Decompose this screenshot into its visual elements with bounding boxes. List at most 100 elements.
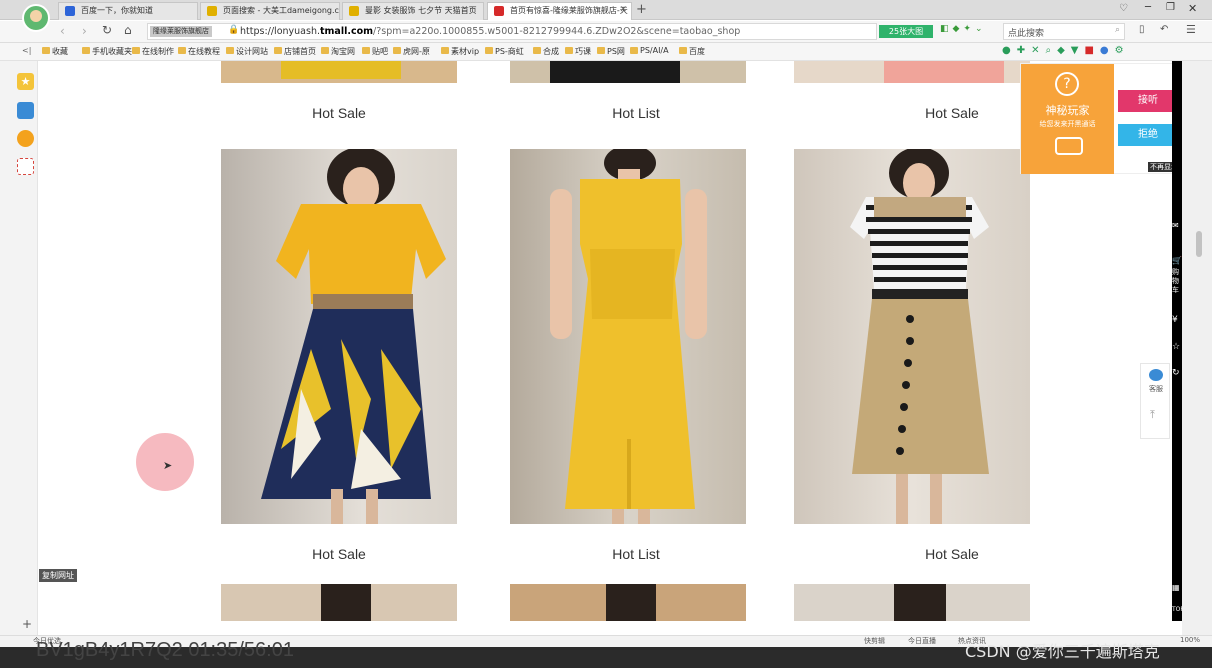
site-badge: 隆缘莱服饰旗舰店: [150, 26, 212, 37]
forward-icon[interactable]: ›: [82, 24, 87, 38]
qrcode-icon[interactable]: ▦: [1172, 583, 1180, 592]
shirt-icon[interactable]: ♡: [1119, 3, 1128, 14]
extension-icons[interactable]: ●✚✕⌕◆▼■●⚙: [1002, 45, 1130, 56]
phone-icon[interactable]: ▯: [1139, 24, 1145, 35]
minimize-button[interactable]: ─: [1145, 2, 1151, 13]
search-icon[interactable]: ⌕: [1115, 25, 1120, 35]
reject-button[interactable]: 拒绝: [1118, 124, 1178, 146]
bookmark-item[interactable]: 手机收藏夹: [82, 46, 132, 57]
product-caption[interactable]: Hot Sale: [221, 546, 457, 562]
bookmark-item[interactable]: 贴吧: [362, 46, 388, 57]
promo-badge[interactable]: 25张大图: [879, 25, 933, 38]
bookmark-item[interactable]: PS-商虹: [485, 46, 524, 57]
url-text: https://lonyuash.tmall.com/?spm=a220o.10…: [240, 26, 741, 37]
service-panel: 客服 ⤒: [1140, 363, 1170, 439]
product-photo: [550, 149, 707, 524]
home-icon[interactable]: ⌂: [124, 23, 132, 37]
bookmark-item[interactable]: 在线制作: [132, 46, 174, 57]
close-window-button[interactable]: ✕: [1188, 2, 1197, 15]
status-video2[interactable]: 今日直播: [908, 636, 936, 646]
product-image[interactable]: [510, 61, 746, 83]
tab-active-store[interactable]: 首页有惊喜-隆缘莱服饰旗舰店-天 ✕: [487, 2, 632, 20]
product-image[interactable]: [794, 149, 1030, 524]
product-image[interactable]: [510, 149, 746, 524]
mail-icon[interactable]: ✉: [1172, 221, 1179, 230]
bookmark-item[interactable]: 虎网-原: [393, 46, 430, 57]
product-image[interactable]: [794, 584, 1030, 621]
bookmark-item[interactable]: 淘宝网: [321, 46, 355, 57]
search-site-icon: [207, 6, 217, 16]
tab-search[interactable]: 页面搜索 - 大美工dameigong.c: [200, 2, 340, 20]
bookmark-item[interactable]: 店铺首页: [274, 46, 316, 57]
tab-manying[interactable]: 曼影 女装服饰 七夕节 天猫首页: [342, 2, 484, 20]
call-popup-left: ? 神秘玩家 给您发来开黑通话: [1021, 64, 1114, 174]
copy-url-tag[interactable]: 复制网址: [39, 569, 77, 582]
collapse-icon[interactable]: <|: [22, 46, 31, 55]
product-caption[interactable]: Hot List: [518, 105, 754, 121]
add-icon[interactable]: +: [22, 617, 32, 631]
url-field[interactable]: 隆缘莱服饰旗舰店 🔒 https://lonyuash.tmall.com/?s…: [147, 23, 877, 40]
service-label[interactable]: 客服: [1141, 384, 1171, 394]
weibo-icon[interactable]: [17, 130, 34, 147]
store-page: Hot Sale Hot List Hot Sale Hot Sale Hot …: [39, 61, 1172, 621]
bookmark-item[interactable]: 素材vip: [441, 46, 479, 57]
bookmark-item[interactable]: PS网: [597, 46, 625, 57]
notes-icon[interactable]: [17, 102, 34, 119]
baidu-icon: [65, 6, 75, 16]
back-to-top-icon[interactable]: ⤒: [1150, 408, 1155, 422]
accept-button[interactable]: 接听: [1118, 90, 1178, 112]
popup-subtitle: 给您发来开黑通话: [1039, 120, 1096, 128]
watermark: CSDN @爱你三千遍斯塔克: [965, 642, 1160, 661]
tmall-icon: [494, 6, 504, 16]
close-tab-icon[interactable]: ✕: [619, 5, 627, 15]
product-image[interactable]: [794, 61, 1030, 83]
target-icon[interactable]: [17, 158, 34, 175]
refresh-icon[interactable]: ↻: [102, 23, 112, 37]
video-id-text: BV1gB4y1R7Q2 01:35/56:01: [36, 639, 294, 661]
product-image[interactable]: [221, 149, 457, 524]
restore-button[interactable]: ❐: [1166, 2, 1175, 13]
zoom-level[interactable]: 100%: [1180, 636, 1200, 644]
service-icon[interactable]: [1149, 369, 1163, 381]
vertical-scrollbar[interactable]: [1182, 61, 1212, 635]
call-popup: ? 神秘玩家 给您发来开黑通话 接听 拒绝 不再显示: [1020, 63, 1182, 174]
search-input[interactable]: 点此搜索 ⌕: [1003, 23, 1125, 40]
user-avatar[interactable]: [22, 4, 50, 32]
menu-icon[interactable]: ☰: [1186, 23, 1196, 36]
product-image[interactable]: [221, 584, 457, 621]
cart-icon[interactable]: 🛒: [1172, 256, 1182, 265]
bookmarks-bar: <| 收藏 手机收藏夹 在线制作 在线教程 设计网站 店铺首页 淘宝网 贴吧 虎…: [0, 43, 1212, 61]
product-photo: [850, 149, 989, 524]
product-image[interactable]: [221, 61, 457, 83]
bookmark-item[interactable]: 巧课: [565, 46, 591, 57]
toolbar-icons[interactable]: ◧◆✦⌄: [940, 24, 987, 34]
bookmark-item[interactable]: 设计网站: [226, 46, 268, 57]
bookmark-item[interactable]: 百度: [679, 46, 705, 57]
undo-icon[interactable]: ↶: [1160, 24, 1168, 35]
product-photo: [261, 149, 446, 524]
store-toolbar: ✉ 🛒 购物车 ¥ ☆ ↻ ▦ TOP: [1172, 61, 1184, 621]
product-caption[interactable]: Hot Sale: [834, 546, 1070, 562]
favorite-star-icon[interactable]: ★: [17, 73, 34, 90]
star-icon[interactable]: ☆: [1172, 342, 1180, 352]
yen-icon[interactable]: ¥: [1172, 315, 1178, 325]
product-caption[interactable]: Hot List: [518, 546, 754, 562]
product-caption[interactable]: Hot Sale: [221, 105, 457, 121]
back-icon[interactable]: ‹: [60, 24, 65, 38]
address-bar-row: ‹ › ↻ ⌂ 隆缘莱服饰旗舰店 🔒 https://lonyuash.tmal…: [0, 21, 1212, 43]
scroll-thumb[interactable]: [1196, 231, 1202, 257]
left-sidebar: ★ +: [0, 61, 38, 635]
bookmark-item[interactable]: 合成: [533, 46, 559, 57]
bookmark-item[interactable]: 在线教程: [178, 46, 220, 57]
popup-title: 神秘玩家: [1045, 104, 1090, 117]
bookmark-item[interactable]: PS/AI/A: [630, 46, 669, 55]
status-video1[interactable]: 快剪辑: [864, 636, 885, 646]
cart-label[interactable]: 购物车: [1172, 268, 1182, 295]
new-tab-button[interactable]: +: [636, 2, 647, 17]
tab-baidu[interactable]: 百度一下，你就知道: [58, 2, 198, 20]
help-icon: ?: [1055, 72, 1079, 96]
lock-icon: 🔒: [228, 25, 240, 35]
product-image[interactable]: [510, 584, 746, 621]
bookmark-item[interactable]: 收藏: [42, 46, 68, 57]
history-icon[interactable]: ↻: [1172, 368, 1180, 378]
